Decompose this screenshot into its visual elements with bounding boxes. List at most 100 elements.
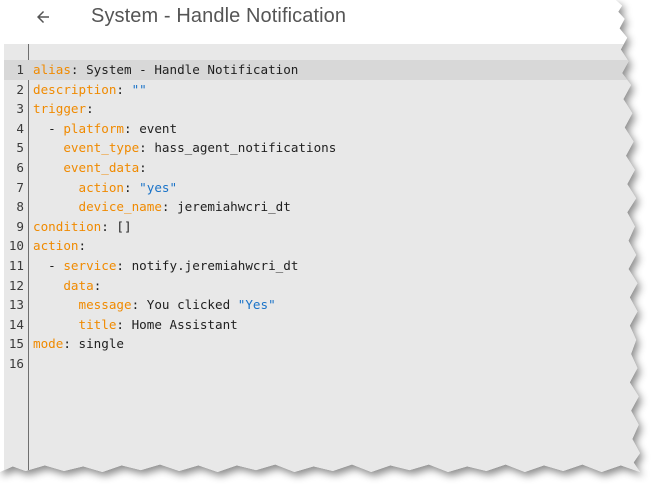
yaml-code-editor[interactable]: 1 alias: System - Handle Notification 2 des…: [4, 44, 640, 472]
code-line[interactable]: 10 action:: [4, 236, 640, 256]
yaml-value: []: [116, 218, 132, 234]
yaml-separator: :: [93, 277, 102, 293]
yaml-value: System - Handle Notification: [86, 62, 299, 77]
yaml-separator: :: [124, 120, 140, 136]
code-line[interactable]: 1 alias: System - Handle Notification: [4, 60, 640, 80]
yaml-key: device_name: [78, 199, 162, 215]
code-line[interactable]: 14 title: Home Assistant: [4, 315, 640, 335]
yaml-separator: :: [116, 257, 132, 273]
yaml-key: service: [63, 257, 117, 273]
yaml-separator: :: [63, 336, 79, 352]
yaml-value: "": [131, 81, 147, 97]
yaml-value: notify.jeremiahwcri_dt: [131, 257, 299, 273]
code-line[interactable]: 16: [4, 354, 640, 374]
yaml-separator: :: [78, 238, 87, 254]
code-text: event_type: hass_agent_notifications: [33, 138, 336, 158]
list-dash: -: [48, 120, 64, 136]
yaml-key: trigger: [33, 101, 87, 117]
line-number: 6: [16, 159, 24, 175]
yaml-value: "yes": [139, 179, 178, 195]
line-number: 2: [16, 81, 24, 97]
app-window: System - Handle Notification 1 alias: Sys…: [0, 0, 640, 472]
yaml-separator: :: [139, 140, 155, 156]
line-number: 11: [8, 257, 24, 273]
screenshot-sheet: System - Handle Notification 1 alias: Sys…: [0, 0, 640, 472]
yaml-value: You clicked: [146, 297, 238, 313]
line-number: 14: [8, 316, 24, 332]
line-number: 5: [16, 140, 24, 156]
yaml-value: event: [139, 120, 178, 136]
code-text: action:: [33, 236, 86, 256]
yaml-separator: :: [116, 81, 132, 97]
toolbar: System - Handle Notification: [0, 0, 640, 44]
line-number: 7: [16, 179, 24, 195]
list-dash: -: [48, 257, 64, 273]
code-text: description: "": [33, 80, 147, 100]
yaml-key: title: [78, 316, 117, 332]
yaml-key: data: [63, 277, 94, 293]
code-line[interactable]: 4 - platform: event: [4, 119, 640, 139]
back-button[interactable]: [28, 0, 58, 34]
yaml-key: description: [33, 81, 117, 97]
code-text: event_data:: [33, 158, 146, 178]
line-number: 16: [8, 355, 24, 371]
yaml-key: action: [33, 238, 79, 254]
yaml-separator: :: [101, 218, 117, 234]
yaml-string: "Yes": [237, 297, 276, 313]
code-text: action: "yes": [33, 178, 178, 198]
page-title: System - Handle Notification: [91, 5, 347, 27]
line-number: 4: [16, 120, 24, 136]
yaml-key: alias: [33, 62, 71, 77]
code-line[interactable]: 12 data:: [4, 276, 640, 296]
yaml-key: message: [78, 297, 132, 313]
arrow-left-icon: [37, 11, 49, 23]
code-text: trigger:: [33, 99, 94, 119]
code-text: - service: notify.jeremiahwcri_dt: [33, 256, 298, 276]
yaml-key: action: [78, 179, 125, 195]
code-line[interactable]: 2 description: "": [4, 80, 640, 100]
code-line[interactable]: 13 message: You clicked "Yes": [4, 295, 640, 315]
yaml-separator: :: [116, 316, 132, 332]
code-line[interactable]: 8 device_name: jeremiahwcri_dt: [4, 197, 640, 217]
code-line[interactable]: 9 condition: []: [4, 217, 640, 237]
yaml-key: mode: [33, 336, 64, 352]
line-number: 15: [8, 336, 24, 352]
code-line[interactable]: 11 - service: notify.jeremiahwcri_dt: [4, 256, 640, 276]
line-number: 9: [16, 218, 24, 234]
code-line[interactable]: 5 event_type: hass_agent_notifications: [4, 138, 640, 158]
line-number: 13: [8, 297, 24, 313]
line-number: 1: [16, 62, 24, 77]
code-text: condition: []: [33, 217, 132, 237]
code-text: title: Home Assistant: [33, 315, 238, 335]
code-line[interactable]: 15 mode: single: [4, 334, 640, 354]
line-number: 8: [16, 199, 24, 215]
code-text: data:: [33, 276, 101, 296]
yaml-key: event_data: [63, 159, 140, 175]
yaml-separator: :: [131, 297, 147, 313]
yaml-value: single: [78, 336, 125, 352]
yaml-key: event_type: [63, 140, 140, 156]
code-text: alias: System - Handle Notification: [33, 60, 298, 80]
code-line[interactable]: 3 trigger:: [4, 99, 640, 119]
code-line[interactable]: 6 event_data:: [4, 158, 640, 178]
line-number: 12: [8, 277, 24, 293]
code-lines: 1 alias: System - Handle Notification 2 des…: [4, 60, 640, 374]
code-line[interactable]: 7 action: "yes": [4, 178, 640, 198]
yaml-value: jeremiahwcri_dt: [177, 199, 291, 215]
yaml-separator: :: [161, 199, 178, 215]
yaml-value: hass_agent_notifications: [154, 140, 337, 156]
yaml-key: platform: [63, 120, 125, 136]
code-text: - platform: event: [33, 119, 177, 139]
yaml-value: Home Assistant: [131, 316, 238, 332]
line-number: 10: [8, 238, 24, 254]
code-text: mode: single: [33, 334, 124, 354]
